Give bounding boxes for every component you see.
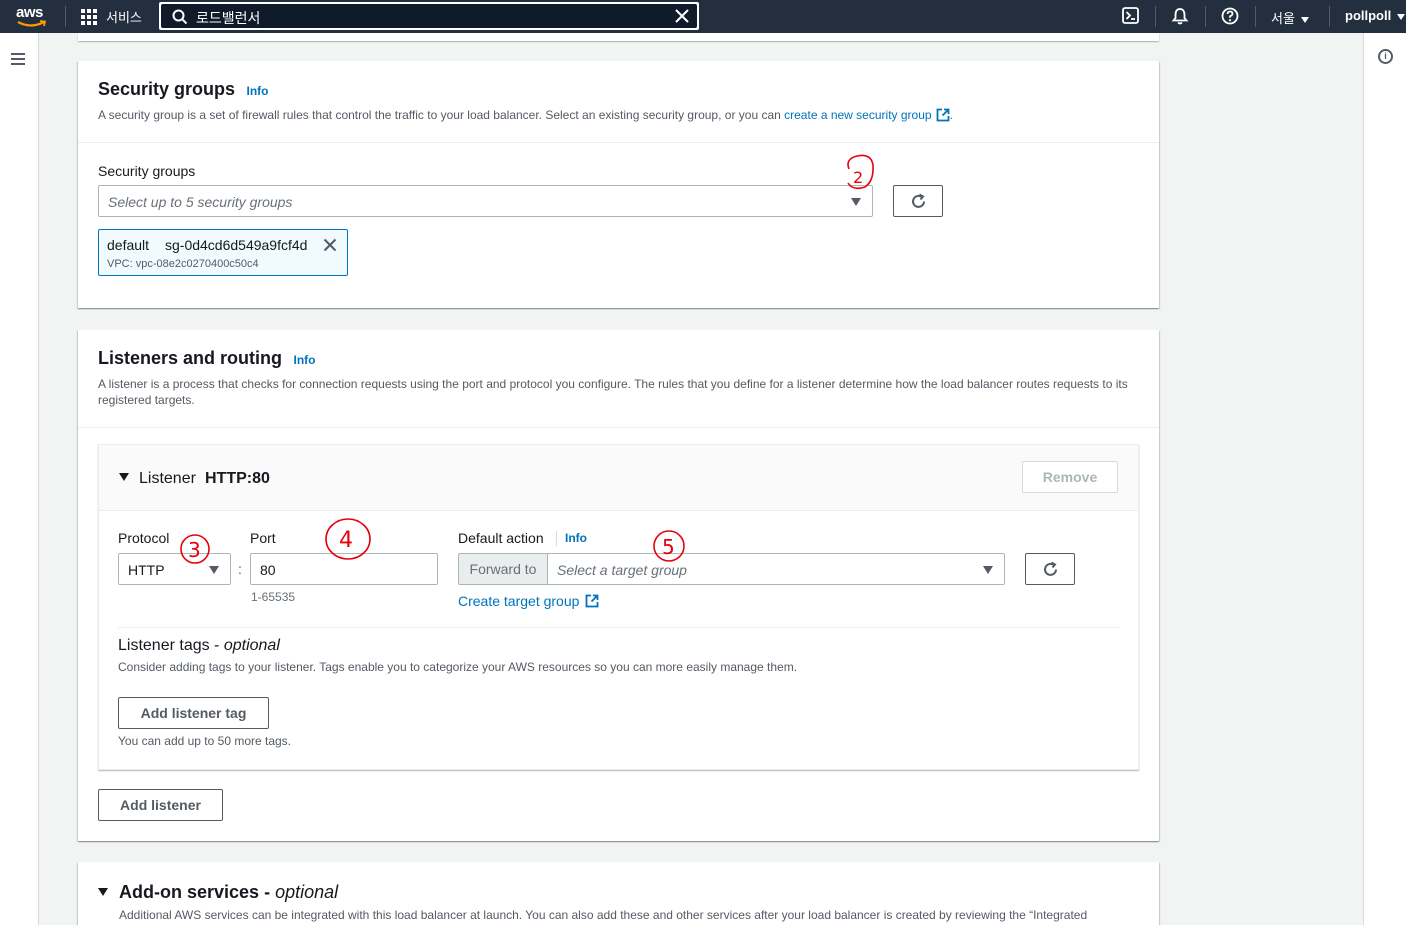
aws-logo-text: aws — [16, 4, 43, 21]
protocol-label: Protocol — [118, 530, 170, 546]
target-group-placeholder: Select a target group — [557, 562, 687, 578]
token-vpc: VPC: vpc-08e2c0270400c50c4 — [107, 258, 259, 270]
remove-token-icon[interactable] — [323, 238, 337, 252]
account-menu[interactable]: pollpoll — [1345, 8, 1406, 23]
create-target-group-label: Create target group — [458, 593, 580, 609]
listener-tags-title: Listener tags - optional — [118, 637, 280, 654]
expand-toggle-icon[interactable] — [119, 473, 129, 481]
add-on-services-title: Add-on services - optional — [119, 882, 339, 902]
listener-label: Listener — [139, 470, 196, 487]
panel-divider — [78, 427, 1159, 428]
security-groups-desc-text: A security group is a set of firewall ru… — [98, 108, 785, 122]
nav-separator — [1329, 6, 1330, 27]
listener-header[interactable]: Listener HTTP:80 Remove — [99, 445, 1138, 511]
services-menu-button[interactable]: 서비스 — [81, 7, 142, 26]
listener-tags-description: Consider adding tags to your listener. T… — [118, 660, 798, 674]
external-link-icon — [936, 108, 949, 122]
external-link-icon — [586, 594, 599, 608]
listeners-info-link[interactable]: Info — [293, 353, 315, 367]
nav-separator — [1255, 6, 1256, 27]
nav-separator — [1155, 6, 1156, 27]
port-value: 80 — [260, 562, 276, 578]
forward-to-label: Forward to — [458, 553, 548, 585]
right-tools-rail: i — [1363, 33, 1406, 925]
port-hint: 1-65535 — [251, 590, 296, 604]
caret-down-icon — [1300, 16, 1309, 23]
protocol-select[interactable]: HTTP — [118, 553, 231, 585]
caret-down-icon — [209, 566, 219, 574]
remove-listener-button[interactable]: Remove — [1022, 461, 1118, 493]
cloudshell-icon[interactable] — [1122, 7, 1139, 24]
protocol-value: HTTP — [128, 562, 165, 578]
region-selector[interactable]: 서울 — [1271, 8, 1309, 27]
nav-separator — [1205, 6, 1206, 27]
security-groups-title: Security groups — [98, 79, 236, 99]
security-groups-select[interactable]: Select up to 5 security groups — [98, 185, 873, 217]
caret-down-icon — [851, 198, 861, 206]
user-label: pollpoll — [1345, 8, 1392, 23]
info-panel-icon[interactable]: i — [1378, 49, 1393, 64]
listener-name: HTTP:80 — [205, 470, 270, 487]
security-groups-placeholder: Select up to 5 security groups — [108, 194, 293, 210]
refresh-security-groups-button[interactable] — [893, 185, 943, 217]
add-on-services-description: Additional AWS services can be integrate… — [119, 908, 1088, 922]
search-input[interactable]: 로드밸런서 — [159, 2, 699, 30]
bell-icon[interactable] — [1171, 7, 1189, 25]
token-name: default — [107, 237, 150, 253]
clear-search-icon[interactable] — [674, 8, 690, 24]
default-action-info-link[interactable]: Info — [565, 531, 587, 545]
top-navigation-bar: aws 서비스 로드밸런서 서울 pollpoll — [0, 0, 1406, 33]
add-on-services-title-text: Add-on services — [119, 882, 260, 902]
search-value: 로드밸런서 — [196, 10, 261, 26]
search-icon — [172, 9, 188, 25]
security-groups-info-link[interactable]: Info — [246, 84, 268, 98]
previous-panel — [78, 33, 1159, 41]
create-security-group-link[interactable]: create a new security group — [784, 108, 931, 122]
listener-tags-optional: optional — [223, 637, 280, 654]
nav-separator — [65, 6, 66, 27]
left-navigation-rail — [0, 33, 39, 925]
refresh-icon — [912, 193, 925, 208]
listener-divider — [118, 627, 1119, 628]
aws-smile-icon — [17, 20, 47, 27]
grid-icon — [81, 8, 97, 25]
help-icon[interactable] — [1221, 7, 1239, 25]
region-label: 서울 — [1271, 11, 1295, 26]
listener-tags-hint: You can add up to 50 more tags. — [118, 734, 292, 748]
services-label: 서비스 — [106, 10, 142, 25]
listeners-description: A listener is a process that checks for … — [98, 377, 1128, 407]
listeners-title: Listeners and routing — [98, 348, 283, 368]
target-group-select[interactable]: Select a target group — [547, 553, 1005, 585]
expand-toggle-icon[interactable] — [98, 888, 108, 896]
menu-icon[interactable] — [11, 53, 25, 68]
security-groups-description: A security group is a set of firewall ru… — [98, 107, 1139, 123]
selected-security-group-token: default sg-0d4cd6d549a9fcf4d VPC: vpc-08… — [98, 229, 348, 276]
token-id: sg-0d4cd6d549a9fcf4d — [165, 237, 308, 253]
panel-divider — [78, 142, 1159, 143]
add-listener-tag-button[interactable]: Add listener tag — [118, 697, 269, 729]
security-groups-desc-suffix: . — [949, 108, 953, 122]
caret-down-icon — [983, 566, 993, 574]
create-target-group-link[interactable]: Create target group — [458, 593, 599, 609]
add-on-services-panel: Add-on services - optional Additional AW… — [78, 862, 1159, 925]
security-groups-field-label: Security groups — [98, 163, 196, 179]
add-on-services-optional: optional — [275, 882, 339, 902]
aws-logo[interactable]: aws — [16, 4, 50, 30]
label-separator — [556, 531, 557, 546]
refresh-target-groups-button[interactable] — [1025, 553, 1075, 585]
default-action-label: Default action — [458, 530, 544, 546]
refresh-icon — [1044, 561, 1057, 576]
listener-tags-title-text: Listener tags — [118, 637, 210, 654]
caret-down-icon — [1397, 13, 1406, 20]
port-input[interactable]: 80 — [250, 553, 438, 585]
add-listener-button[interactable]: Add listener — [98, 789, 223, 821]
port-label: Port — [250, 530, 276, 546]
protocol-port-separator: : — [238, 561, 242, 577]
